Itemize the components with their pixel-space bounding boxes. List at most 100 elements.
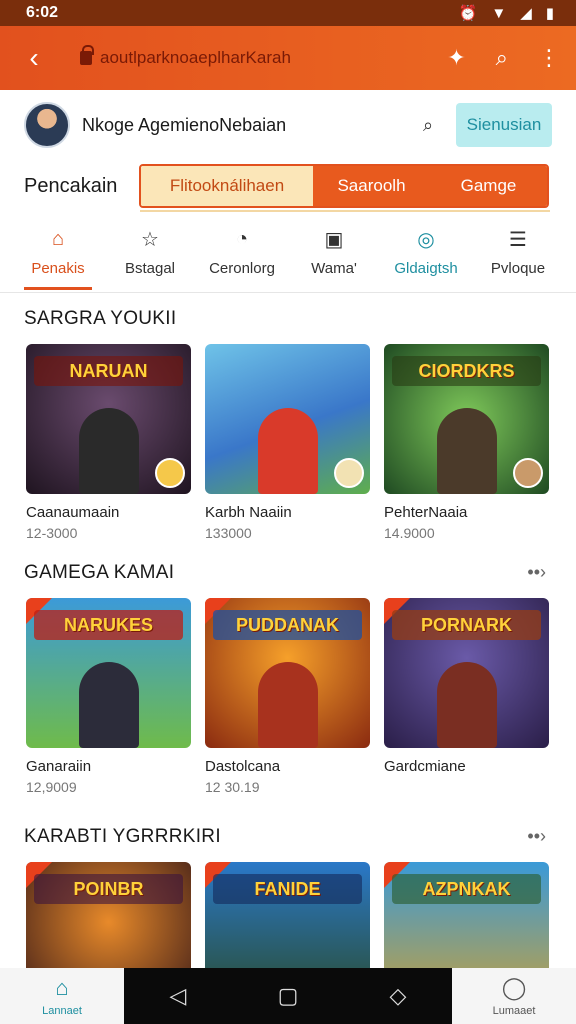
battery-icon: ▮ [545,5,554,22]
game-banner-text: NARUAN [34,356,183,386]
tab-label: Pvloque [490,260,546,277]
url-text: aoutlparknoaeplharKarah [100,48,291,67]
game-banner-text: NARUKES [34,610,183,640]
game-title: Caanaumaain [26,504,120,521]
section-title: KARABTI YGRRRKIRI [24,826,221,847]
clock: 6:02 [26,4,59,21]
badge-icon [334,458,364,488]
game-meta: 12 30.19 [205,779,260,795]
segment-1[interactable]: Flitooknálihaen [141,166,313,206]
divider [140,210,550,212]
signal-icon: ◢ [520,5,532,22]
lock-icon [80,45,94,65]
see-more-arrow-icon[interactable]: ••› [527,562,546,583]
status-bar: 6:02 ⏰ ▼ ◢ ▮ [0,0,576,26]
avatar[interactable] [24,102,70,148]
tab-home[interactable]: ⌂ Penakis [12,222,104,292]
wifi-icon: ▼ [491,4,507,22]
badge-icon [513,458,543,488]
tab-bar: ⌂ Penakis ☆ Bstagal ◔ Ceronlorg ▣ Wama' … [12,222,564,292]
game-thumbnail: PUDDANAK [205,598,370,748]
game-title: Ganaraiin [26,758,92,775]
profile-name: Nkoge AgemienoNebaian [82,114,287,135]
category-row: Pencakain Flitooknálihaen Saaroolh Gamge [24,158,552,214]
game-thumbnail: CIORDKRS [384,344,549,494]
badge-icon [155,458,185,488]
search-icon[interactable]: ⌕ [414,111,442,139]
section-title: GAMEGA KAMAI [24,562,175,583]
section-title: SARGRA YOUKII [24,308,177,329]
tab-palette[interactable]: ◔ Ceronlorg [196,222,288,292]
search-icon[interactable]: ⌕ [496,45,508,71]
profile-row: Nkoge AgemienoNebaian ⌕ Sienusian [24,102,552,148]
character-art [78,408,139,494]
game-banner-text: PORNARK [392,610,541,640]
game-thumbnail: PORNARK [384,598,549,748]
gift-icon: ▣ [324,228,344,251]
game-title: Karbh Naaiin [205,504,292,521]
category-segmented-control: Flitooknálihaen Saaroolh Gamge [139,164,549,208]
game-meta: 14.9000 [384,525,435,541]
bottom-nav: ⌂ Lannaet ◁ ▢ ◇ ◯ Lumaaet [0,968,576,1024]
game-title: Dastolcana [205,758,281,775]
tab-label: Ceronlorg [209,260,275,277]
game-banner-text: AZPNKAK [392,874,541,904]
more-vert-icon[interactable]: ⋮ [538,45,560,71]
list-icon: ☰ [509,228,527,251]
game-banner-text: CIORDKRS [392,356,541,386]
game-card[interactable]: NARUKES Ganaraiin 12,9009 [26,598,191,795]
tab-compass[interactable]: ◎ Gldaigtsh [380,222,472,292]
home-icon: ⌂ [51,227,65,250]
signup-button[interactable]: Sienusian [456,103,552,147]
tab-label: Penakis [31,260,85,277]
system-recents-icon[interactable]: ◇ [389,983,406,1009]
palette-icon: ◔ [235,227,249,250]
nav-home[interactable]: ⌂ Lannaet [0,968,124,1024]
star-icon: ☆ [141,228,159,251]
system-back-icon[interactable]: ◁ [170,983,187,1009]
game-meta: 12-3000 [26,525,78,541]
alarm-icon: ⏰ [458,5,478,22]
tab-star[interactable]: ☆ Bstagal [104,222,196,292]
app-bar: ‹ aoutlparknoaeplharKarah ✦ ⌕ ⋮ [0,26,576,90]
game-title: PehterNaaia [384,504,468,521]
game-card[interactable]: Karbh Naaiin 133000 [205,344,370,541]
see-more-arrow-icon[interactable]: ••› [527,826,546,847]
back-arrow-icon[interactable]: ‹ [16,40,52,76]
game-thumbnail [205,344,370,494]
person-icon: ◯ [501,975,527,1000]
game-meta: 12,9009 [26,779,77,795]
tab-list[interactable]: ☰ Pvloque [472,222,564,292]
character-art [257,662,318,748]
game-title: Gardcmiane [384,758,466,775]
game-card[interactable]: NARUAN Caanaumaain 12-3000 [26,344,191,541]
tab-label: Bstagal [124,260,176,277]
character-art [257,408,318,494]
nav-profile-label: Lumaaet [492,1005,536,1017]
game-card[interactable]: PORNARK Gardcmiane [384,598,549,779]
segment-3[interactable]: Gamge [430,166,547,206]
game-banner-text: PUDDANAK [213,610,362,640]
game-thumbnail: NARUKES [26,598,191,748]
tab-gift[interactable]: ▣ Wama' [288,222,380,292]
tab-label: Gldaigtsh [394,260,458,277]
game-card[interactable]: PUDDANAK Dastolcana 12 30.19 [205,598,370,795]
game-card[interactable]: CIORDKRS PehterNaaia 14.9000 [384,344,549,541]
tab-label: Wama' [311,260,357,277]
system-home-icon[interactable]: ▢ [278,983,299,1009]
divider [0,292,576,293]
character-art [436,408,497,494]
game-thumbnail: NARUAN [26,344,191,494]
sparkle-icon[interactable]: ✦ [447,45,465,71]
home-icon: ⌂ [55,975,69,1000]
nav-home-label: Lannaet [42,1005,82,1017]
segment-2[interactable]: Saaroolh [313,166,430,206]
compass-icon: ◎ [417,228,435,251]
url-field[interactable]: aoutlparknoaeplharKarah [80,45,291,68]
game-meta: 133000 [205,525,252,541]
nav-profile[interactable]: ◯ Lumaaet [452,968,576,1024]
category-label: Pencakain [24,174,118,197]
game-banner-text: POINBR [34,874,183,904]
system-nav-bar: ◁ ▢ ◇ [124,968,452,1024]
character-art [436,662,497,748]
